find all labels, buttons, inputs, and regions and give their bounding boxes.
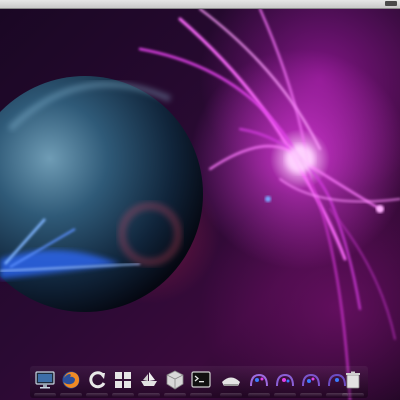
bubble-icon-2 — [276, 373, 294, 387]
dock-item-browser[interactable] — [60, 369, 82, 391]
dock-item-drive[interactable] — [220, 369, 242, 391]
panel-indicator[interactable] — [385, 1, 397, 6]
wallpaper-art — [0, 9, 400, 400]
dock-item-app[interactable] — [138, 369, 160, 391]
refresh-icon — [89, 371, 106, 389]
dock — [30, 366, 368, 398]
terminal-icon — [191, 371, 211, 388]
dock-item-package[interactable] — [164, 369, 186, 391]
windows-grid-icon — [115, 372, 131, 388]
package-box-icon — [166, 370, 184, 390]
dock-item-terminal[interactable] — [190, 369, 212, 391]
bubble-icon-3 — [302, 373, 320, 387]
monitor-icon — [35, 371, 55, 389]
dock-item-update[interactable] — [86, 369, 108, 391]
bubble-icon-1 — [250, 373, 268, 387]
trash-icon — [346, 371, 360, 389]
drive-icon — [222, 377, 240, 386]
dock-item-trash[interactable] — [342, 369, 364, 391]
energy-core — [286, 145, 314, 173]
dock-item-workspaces[interactable] — [112, 369, 134, 391]
firefox-icon — [62, 371, 80, 389]
top-panel — [0, 0, 400, 9]
dock-item-bubble-1[interactable] — [248, 369, 270, 391]
lens-flare-3 — [376, 205, 384, 213]
dock-item-display[interactable] — [34, 369, 56, 391]
dock-item-bubble-2[interactable] — [274, 369, 296, 391]
boat-icon — [141, 372, 157, 386]
lens-flare-2 — [265, 196, 271, 202]
dock-item-bubble-3[interactable] — [300, 369, 322, 391]
